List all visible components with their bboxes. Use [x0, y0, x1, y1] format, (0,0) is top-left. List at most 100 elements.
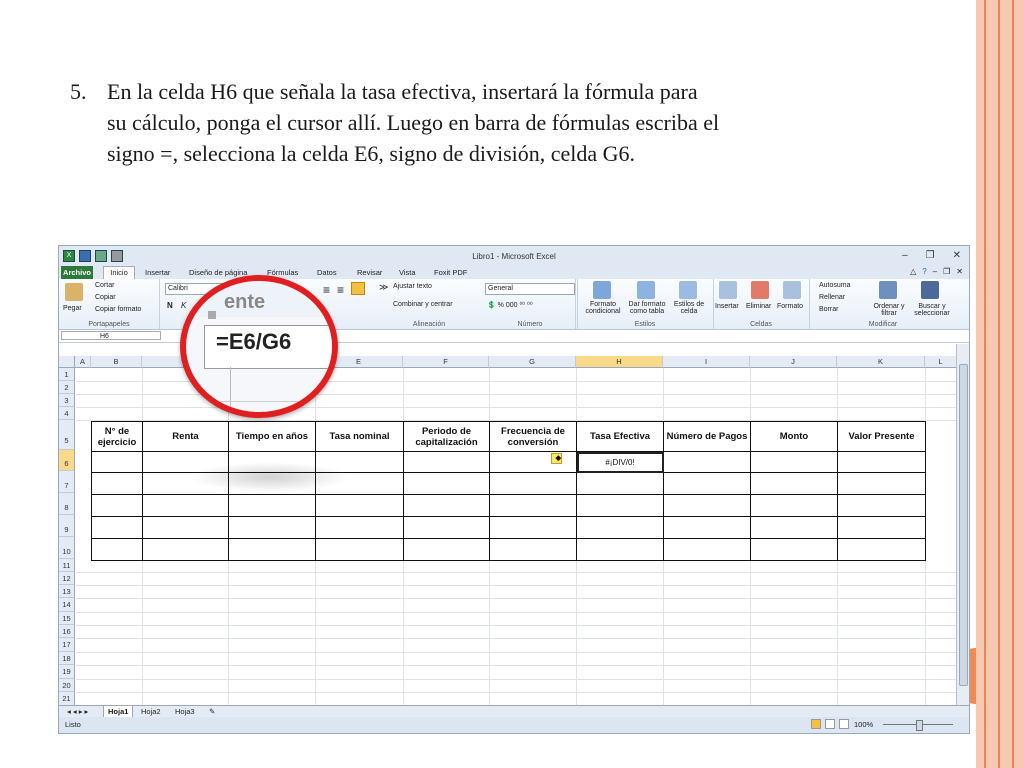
cell[interactable] [142, 516, 229, 539]
cell[interactable] [489, 538, 577, 561]
cell[interactable] [837, 494, 926, 517]
column-header[interactable]: L [925, 356, 957, 368]
formato-button[interactable]: Formato [777, 303, 803, 310]
row-header[interactable]: 15 [59, 612, 75, 625]
cell[interactable] [837, 451, 926, 473]
cell[interactable]: ◆ [489, 451, 577, 473]
cell[interactable] [228, 516, 316, 539]
new-sheet-icon[interactable]: ✎ [205, 706, 219, 717]
cell[interactable] [91, 472, 143, 495]
cell[interactable] [837, 538, 926, 561]
row-header-selected[interactable]: 6 [59, 450, 75, 471]
select-all-corner[interactable] [59, 356, 75, 368]
tab-foxit[interactable]: Foxit PDF [434, 268, 467, 277]
restore-icon[interactable]: ❐ [943, 267, 950, 276]
close-icon[interactable]: ✕ [956, 267, 963, 276]
column-header[interactable]: G [489, 356, 576, 368]
tab-archivo[interactable]: Archivo [61, 266, 93, 279]
scroll-thumb[interactable] [959, 364, 968, 686]
cell[interactable] [750, 538, 838, 561]
minimize-icon[interactable]: – [933, 267, 937, 276]
rellenar-button[interactable]: Rellenar [819, 294, 845, 301]
cell[interactable] [576, 494, 664, 517]
cell[interactable] [489, 516, 577, 539]
copiar-button[interactable]: Copiar [95, 294, 116, 301]
row-header[interactable]: 8 [59, 493, 75, 515]
cell[interactable] [91, 451, 143, 473]
sheet-tab-hoja2[interactable]: Hoja2 [137, 706, 165, 717]
eliminar-button[interactable]: Eliminar [746, 303, 771, 310]
format-cells-icon[interactable] [783, 281, 801, 299]
delete-cells-icon[interactable] [751, 281, 769, 299]
cell[interactable] [576, 516, 664, 539]
row-header[interactable]: 18 [59, 652, 75, 665]
cell[interactable] [91, 516, 143, 539]
column-header[interactable]: J [750, 356, 837, 368]
cell[interactable] [228, 538, 316, 561]
cell-styles-icon[interactable] [679, 281, 697, 299]
header-cell[interactable]: Renta [142, 421, 229, 452]
bold-button[interactable]: N [167, 301, 173, 310]
cell[interactable] [750, 494, 838, 517]
row-header[interactable]: 16 [59, 625, 75, 638]
cell[interactable] [403, 451, 490, 473]
tab-diseno[interactable]: Diseño de página [189, 268, 247, 277]
row-header[interactable]: 4 [59, 407, 75, 420]
cell[interactable] [750, 472, 838, 495]
conditional-format-icon[interactable] [593, 281, 611, 299]
cell-h6-selected[interactable]: #¡DIV/0! [576, 451, 664, 473]
cell[interactable] [91, 538, 143, 561]
header-cell[interactable]: Monto [750, 421, 838, 452]
vertical-scrollbar[interactable] [956, 344, 969, 706]
align-middle-icon[interactable]: ≡ [337, 283, 344, 297]
column-header[interactable]: A [75, 356, 91, 368]
cell[interactable] [315, 538, 404, 561]
tab-vista[interactable]: Vista [399, 268, 416, 277]
header-cell[interactable]: Tasa nominal [315, 421, 404, 452]
page-layout-icon[interactable] [825, 719, 835, 729]
cell[interactable] [750, 516, 838, 539]
column-header[interactable]: I [663, 356, 750, 368]
merge-center-button[interactable]: Combinar y centrar [393, 301, 453, 308]
row-header[interactable]: 17 [59, 638, 75, 652]
row-header[interactable]: 10 [59, 537, 75, 559]
sheet-tab-hoja3[interactable]: Hoja3 [171, 706, 199, 717]
cell[interactable] [576, 538, 664, 561]
cell[interactable] [837, 472, 926, 495]
header-cell[interactable]: Frecuencia de conversión [489, 421, 577, 452]
column-header[interactable]: F [403, 356, 489, 368]
cell[interactable] [750, 451, 838, 473]
restore-icon[interactable]: ❐ [926, 250, 935, 261]
row-header[interactable]: 14 [59, 598, 75, 612]
cortar-button[interactable]: Cortar [95, 282, 114, 289]
ordenar-filtrar-button[interactable]: Ordenar y filtrar [873, 303, 905, 317]
tab-revisar[interactable]: Revisar [357, 268, 382, 277]
minimize-icon[interactable]: – [902, 250, 908, 261]
row-header[interactable]: 13 [59, 585, 75, 598]
help-icon[interactable]: ? [922, 267, 926, 276]
cell[interactable] [576, 472, 664, 495]
row-header[interactable]: 2 [59, 381, 75, 394]
row-header[interactable]: 21 [59, 692, 75, 706]
error-indicator-icon[interactable]: ◆ [551, 453, 562, 464]
close-icon[interactable]: ✕ [953, 250, 961, 261]
cell[interactable] [315, 516, 404, 539]
row-header[interactable]: 9 [59, 515, 75, 537]
formato-condicional-button[interactable]: Formato condicional [581, 301, 625, 315]
header-cell[interactable]: N° de ejercicio [91, 421, 143, 452]
cell[interactable] [315, 494, 404, 517]
cell[interactable] [663, 472, 751, 495]
borrar-button[interactable]: Borrar [819, 306, 838, 313]
row-header[interactable]: 11 [59, 559, 75, 572]
format-table-icon[interactable] [637, 281, 655, 299]
normal-view-icon[interactable] [811, 719, 821, 729]
tab-insertar[interactable]: Insertar [145, 268, 170, 277]
row-header[interactable]: 1 [59, 368, 75, 381]
cell[interactable] [142, 494, 229, 517]
row-header[interactable]: 20 [59, 679, 75, 692]
sort-filter-icon[interactable] [879, 281, 897, 299]
orientation-icon[interactable]: ≫ [379, 282, 388, 293]
cell[interactable] [663, 538, 751, 561]
align-bottom-icon[interactable] [351, 282, 365, 295]
insertar-button[interactable]: Insertar [715, 303, 739, 310]
